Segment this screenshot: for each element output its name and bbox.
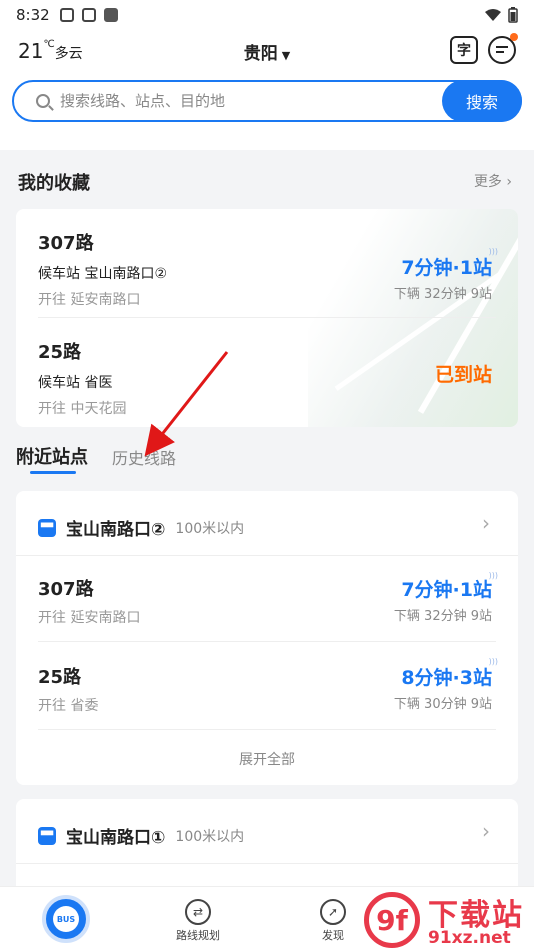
station-route-307[interactable]: 307路 开往 延安南路口	[38, 575, 140, 627]
route-name: 25路	[38, 342, 82, 363]
divider	[38, 729, 496, 730]
route-direction: 开往 延安南路口	[38, 292, 141, 308]
station-header[interactable]: ▀▀ 宝山南路口② 100米以内	[38, 515, 244, 540]
notification-icon	[59, 8, 74, 22]
status-right	[484, 7, 518, 23]
route-stop: 候车站 省医	[38, 375, 113, 391]
wifi-icon	[485, 9, 501, 21]
status-time: 8:32	[16, 6, 50, 24]
status-bar: 8:32	[0, 0, 534, 30]
station-card: ▀▀ 宝山南路口① 100米以内 ›	[16, 799, 518, 899]
battery-icon	[508, 7, 518, 23]
nav-route-plan[interactable]: ⇄ 路线规划	[148, 887, 248, 943]
chevron-right-icon: ›	[506, 174, 512, 190]
search-input[interactable]	[60, 92, 420, 110]
chevron-right-icon[interactable]: ›	[482, 819, 490, 843]
watermark-logo: 9f	[364, 892, 420, 948]
nav-bus-button[interactable]: BUS	[42, 895, 90, 943]
station-distance: 100米以内	[175, 828, 245, 845]
route-eta: 8分钟·3站	[401, 667, 492, 689]
square-icon	[103, 8, 118, 22]
route-eta-arrived: 已到站	[434, 364, 492, 386]
station-header[interactable]: ▀▀ 宝山南路口① 100米以内	[38, 823, 244, 848]
route-eta: 7分钟·1站	[401, 579, 492, 601]
city-name: 贵阳	[243, 44, 278, 64]
caret-down-icon: ▼	[281, 49, 291, 62]
header: 21℃多云 贵阳 ▼ 字 搜索	[0, 30, 534, 150]
route-name: 307路	[38, 233, 94, 254]
divider	[38, 641, 496, 642]
app-icon	[81, 8, 96, 22]
route-stop: 候车站 宝山南路口②	[38, 266, 168, 282]
next-bus: 下辆 32分钟 9站	[393, 287, 492, 302]
search-button[interactable]: 搜索	[442, 80, 522, 122]
route-direction: 开往 中天花园	[38, 401, 127, 417]
bus-stop-icon: ▀▀	[38, 518, 56, 537]
station-card: ▀▀ 宝山南路口② 100米以内 › 307路 开往 延安南路口 ))) 7分钟…	[16, 491, 518, 785]
search-bar: 搜索	[12, 80, 522, 122]
more-link[interactable]: 更多 ›	[474, 171, 512, 191]
divider	[16, 555, 518, 556]
notification-dot	[510, 33, 518, 41]
tab-nearby-stations[interactable]: 附近站点	[16, 443, 88, 469]
next-bus: 下辆 32分钟 9站	[393, 609, 492, 624]
tab-history-routes[interactable]: 历史线路	[112, 445, 176, 469]
status-icons	[59, 8, 118, 22]
scan-text-icon[interactable]: 字	[450, 36, 478, 64]
station-route-25[interactable]: 25路 开往 省委	[38, 663, 98, 715]
route-direction: 开往 延安南路口	[38, 610, 141, 626]
divider	[38, 317, 496, 318]
favorites-title: 我的收藏	[18, 173, 90, 194]
watermark-url: 91xz.net	[428, 928, 511, 948]
station-distance: 100米以内	[175, 520, 245, 537]
favorite-route-25[interactable]: 25路 候车站 省医 开往 中天花园	[38, 338, 126, 418]
search-icon	[36, 94, 50, 108]
nav-label: 路线规划	[176, 929, 220, 942]
bus-icon: BUS	[53, 906, 79, 932]
next-bus: 下辆 30分钟 9站	[393, 697, 492, 712]
chevron-right-icon[interactable]: ›	[482, 511, 490, 535]
expand-all-button[interactable]: 展开全部	[16, 749, 518, 769]
route-eta: 7分钟·1站	[401, 257, 492, 279]
divider	[16, 863, 518, 864]
station-name: 宝山南路口②	[66, 520, 166, 540]
watermark: 9f 下载站 91xz.net	[364, 888, 534, 950]
map-background	[308, 209, 518, 427]
tab-underline	[30, 471, 76, 474]
station-name: 宝山南路口①	[66, 828, 166, 848]
route-plan-icon: ⇄	[185, 899, 211, 925]
compass-icon: ➚	[320, 899, 346, 925]
favorites-card: 307路 候车站 宝山南路口② 开往 延安南路口 ))) 7分钟·1站 下辆 3…	[16, 209, 518, 427]
route-name: 25路	[38, 667, 82, 688]
bus-stop-icon: ▀▀	[38, 826, 56, 845]
route-direction: 开往 省委	[38, 698, 99, 714]
favorite-route-307[interactable]: 307路 候车站 宝山南路口② 开往 延安南路口	[38, 229, 167, 309]
route-name: 307路	[38, 579, 94, 600]
